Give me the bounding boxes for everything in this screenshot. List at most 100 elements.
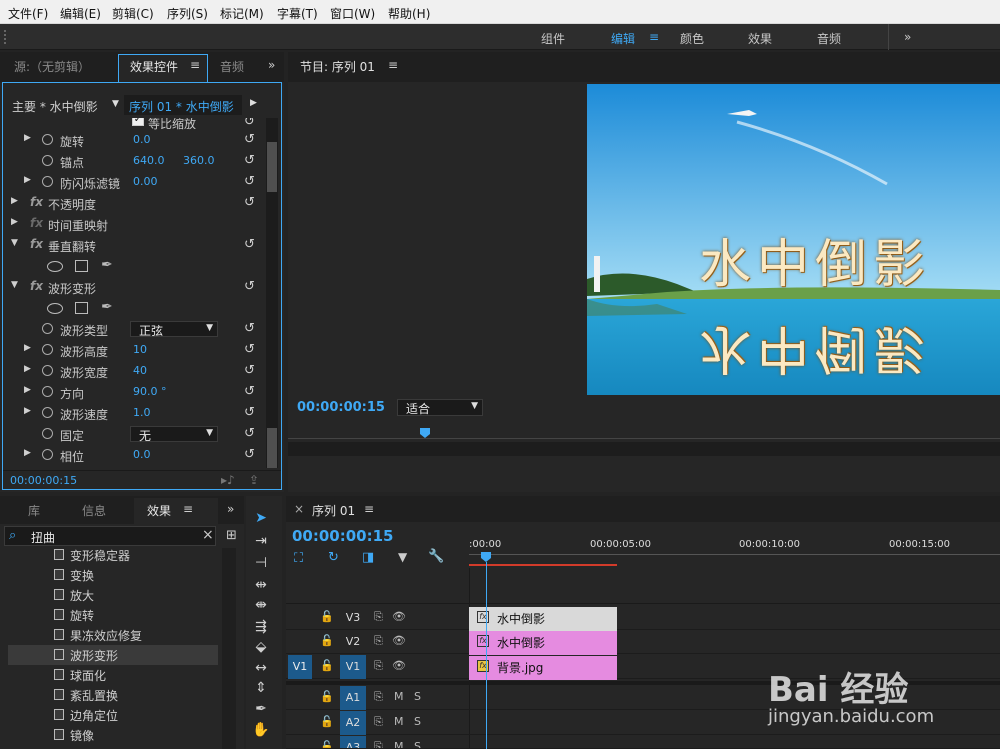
program-title[interactable]: 节目: 序列 01 <box>300 58 375 75</box>
effects-search-box[interactable]: ⌕ 扭曲 × <box>4 526 216 546</box>
master-dropdown-icon[interactable]: ▼ <box>112 99 119 109</box>
track-name[interactable]: V2 <box>340 630 366 654</box>
track-name[interactable]: A3 <box>340 736 366 748</box>
workspace-more-icon[interactable]: » <box>904 30 911 44</box>
play-audio-icon[interactable]: ▸♪ <box>221 473 235 487</box>
stopwatch-icon[interactable] <box>42 134 53 145</box>
rolling-edit-tool-icon[interactable]: ⇹ <box>252 577 270 595</box>
reset-icon[interactable]: ↺ <box>244 363 255 378</box>
track-name[interactable]: V3 <box>340 606 366 630</box>
wave-type-dropdown[interactable]: 正弦 <box>130 321 218 338</box>
fit-dropdown[interactable]: 适合 <box>397 399 483 416</box>
fx-icon[interactable]: fx <box>30 237 43 251</box>
list-item[interactable]: 变形稳定器 <box>8 548 218 565</box>
eye-icon[interactable]: 👁 <box>392 634 406 647</box>
clip-title-v3[interactable]: fx 水中倒影 <box>469 607 617 631</box>
timeline-timecode[interactable]: 00:00:00:15 <box>292 527 394 545</box>
expand-icon[interactable]: ▶ <box>24 385 31 395</box>
collapse-icon[interactable]: ▼ <box>11 238 18 248</box>
hand-tool-icon[interactable]: ✒ <box>252 701 270 719</box>
pen-tool-icon[interactable]: ⇕ <box>252 680 270 698</box>
reset-icon[interactable]: ↺ <box>244 237 255 252</box>
tab-effects[interactable]: 效果 <box>147 502 171 519</box>
rate-stretch-tool-icon[interactable]: ⇼ <box>252 597 270 615</box>
wave-height-value[interactable]: 10 <box>133 343 147 356</box>
timeline-playhead-icon[interactable] <box>481 552 491 562</box>
reset-icon[interactable]: ↺ <box>244 447 255 462</box>
pen-mask-icon[interactable]: ✒ <box>101 299 113 315</box>
lock-icon[interactable]: 🔓 <box>320 690 334 703</box>
sync-lock-icon[interactable]: ⎘ <box>374 659 383 673</box>
eye-icon[interactable]: 👁 <box>392 659 406 672</box>
collapse-icon[interactable]: ▼ <box>11 280 18 290</box>
menu-help[interactable]: 帮助(H) <box>388 5 430 22</box>
solo-button[interactable]: S <box>414 715 421 728</box>
stopwatch-icon[interactable] <box>42 407 53 418</box>
solo-button[interactable]: S <box>414 740 421 748</box>
time-remap-row[interactable]: ▶ fx 时间重映射 <box>0 214 264 235</box>
direction-value[interactable]: 90.0 ° <box>133 385 167 398</box>
mute-button[interactable]: M <box>394 715 404 728</box>
uniform-scale-checkbox[interactable]: ✓ <box>132 118 144 126</box>
phase-value[interactable]: 0.0 <box>133 448 151 461</box>
sequence-menu-icon[interactable]: ≡ <box>364 502 374 516</box>
list-item[interactable]: 紊乱置换 <box>8 685 218 705</box>
reset-icon[interactable]: ↺ <box>244 118 255 129</box>
menu-title[interactable]: 字幕(T) <box>277 5 318 22</box>
new-bin-icon[interactable]: ⊞ <box>226 528 237 543</box>
workspace-tab-assembly[interactable]: 组件 <box>541 30 565 47</box>
solo-button[interactable]: S <box>414 690 421 703</box>
expand-icon[interactable]: ▶ <box>24 133 31 143</box>
workspace-tab-effects[interactable]: 效果 <box>748 30 772 47</box>
razor-tool-icon[interactable]: ⇶ <box>252 619 270 637</box>
wave-warp-row[interactable]: ▼ fx 波形变形 ↺ <box>0 277 264 298</box>
stopwatch-icon[interactable] <box>42 155 53 166</box>
program-zoom-bar[interactable] <box>288 442 1000 456</box>
anchor-x-value[interactable]: 640.0 <box>133 154 165 167</box>
reset-icon[interactable]: ↺ <box>244 405 255 420</box>
track-name[interactable]: A2 <box>340 711 366 735</box>
program-menu-icon[interactable]: ≡ <box>388 58 398 72</box>
fx-icon[interactable]: fx <box>30 195 43 209</box>
pen-mask-icon[interactable]: ✒ <box>101 257 113 273</box>
track-select-tool-icon[interactable]: ⇥ <box>252 533 270 551</box>
stopwatch-icon[interactable] <box>42 323 53 334</box>
selection-tool-icon[interactable]: ➤ <box>252 510 270 528</box>
mute-button[interactable]: M <box>394 690 404 703</box>
ellipse-mask-icon[interactable] <box>47 303 63 314</box>
eye-icon[interactable]: 👁 <box>392 610 406 623</box>
slide-tool-icon[interactable]: ↔ <box>252 660 270 678</box>
expand-icon[interactable]: ▶ <box>11 196 18 206</box>
menu-file[interactable]: 文件(F) <box>8 5 48 22</box>
list-item[interactable]: 镜像 <box>8 725 218 745</box>
tab-effect-controls[interactable]: 效果控件 <box>130 58 178 75</box>
menu-clip[interactable]: 剪辑(C) <box>112 5 154 22</box>
anti-flicker-value[interactable]: 0.00 <box>133 175 158 188</box>
wave-speed-value[interactable]: 1.0 <box>133 406 151 419</box>
export-frame-icon[interactable]: ⇪ <box>249 473 259 487</box>
list-item[interactable]: 旋转 <box>8 605 218 625</box>
anchor-y-value[interactable]: 360.0 <box>183 154 215 167</box>
effect-controls-scrollbar[interactable] <box>266 118 278 468</box>
rectangle-mask-icon[interactable] <box>75 260 88 272</box>
mute-button[interactable]: M <box>394 740 404 748</box>
stopwatch-icon[interactable] <box>42 449 53 460</box>
expand-icon[interactable]: ▶ <box>24 343 31 353</box>
list-item[interactable]: 果冻效应修复 <box>8 625 218 645</box>
lock-icon[interactable]: 🔓 <box>320 610 334 623</box>
reset-icon[interactable]: ↺ <box>244 132 255 147</box>
effects-scrollbar[interactable] <box>222 548 236 749</box>
reset-icon[interactable]: ↺ <box>244 384 255 399</box>
stopwatch-icon[interactable] <box>42 365 53 376</box>
snap-icon[interactable]: ⛶ <box>294 551 303 566</box>
reset-icon[interactable]: ↺ <box>244 174 255 189</box>
effect-controls-timecode[interactable]: 00:00:00:15 <box>10 474 77 487</box>
zoom-tool-icon[interactable]: ✋ <box>252 722 270 740</box>
add-marker-icon[interactable]: ◨ <box>362 550 374 565</box>
marker-icon[interactable]: ▼ <box>398 550 407 564</box>
stopwatch-icon[interactable] <box>42 386 53 397</box>
ripple-edit-tool-icon[interactable]: ⊣ <box>252 555 270 573</box>
stopwatch-icon[interactable] <box>42 176 53 187</box>
expand-icon[interactable]: ▶ <box>24 364 31 374</box>
menu-marker[interactable]: 标记(M) <box>220 5 264 22</box>
